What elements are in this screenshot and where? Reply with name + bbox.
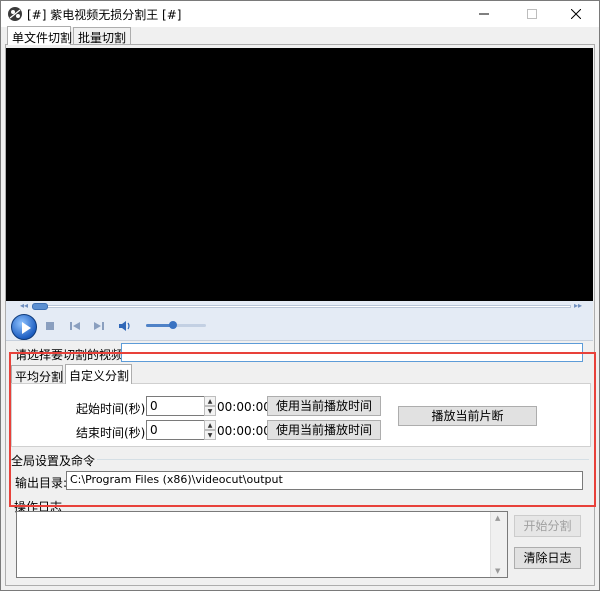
- tab-single-file[interactable]: 单文件切割: [7, 26, 72, 45]
- close-button[interactable]: [553, 1, 599, 27]
- volume-icon[interactable]: [118, 320, 132, 332]
- global-settings-label: 全局设置及命令: [11, 452, 98, 469]
- window-title: [#] 紫电视频无损分割王 [#]: [27, 8, 182, 22]
- app-logo-icon: [8, 7, 22, 21]
- seek-forward-icon[interactable]: ▸▸: [574, 301, 582, 310]
- start-time-display: 00:00:00: [217, 400, 271, 414]
- scroll-up-icon[interactable]: ▲: [495, 514, 500, 522]
- volume-thumb[interactable]: [169, 321, 177, 329]
- spin-up-icon[interactable]: ▲: [204, 396, 216, 406]
- spin-down-icon[interactable]: ▼: [204, 406, 216, 416]
- seek-thumb[interactable]: [32, 303, 48, 310]
- seek-back-icon[interactable]: ◂◂: [20, 301, 28, 310]
- start-split-button[interactable]: 开始分割: [514, 515, 581, 537]
- log-scrollbar[interactable]: ▲ ▼: [490, 512, 507, 577]
- select-video-label: 请选择要切割的视频:: [15, 348, 128, 362]
- log-textarea[interactable]: ▲ ▼: [16, 511, 508, 578]
- app-window: [#] 紫电视频无损分割王 [#] 单文件切割 批量切割 ◂◂ ▸▸ 请选择要切…: [0, 0, 600, 591]
- tab-batch[interactable]: 批量切割: [73, 27, 131, 45]
- output-dir-input[interactable]: C:\Program Files (x86)\videocut\output: [66, 471, 583, 490]
- play-button[interactable]: [11, 314, 37, 340]
- select-video-input[interactable]: [121, 343, 583, 362]
- maximize-button[interactable]: [509, 1, 555, 27]
- video-display[interactable]: [6, 48, 593, 301]
- end-time-label: 结束时间(秒):: [76, 426, 150, 440]
- end-time-display: 00:00:00: [217, 424, 271, 438]
- minimize-button[interactable]: [461, 1, 507, 27]
- close-icon: [571, 9, 581, 19]
- next-icon[interactable]: [92, 320, 106, 332]
- start-time-label: 起始时间(秒):: [76, 402, 150, 416]
- start-time-spinner[interactable]: ▲ ▼: [204, 396, 216, 416]
- play-segment-button[interactable]: 播放当前片断: [398, 406, 537, 426]
- end-time-spinner[interactable]: ▲ ▼: [204, 420, 216, 440]
- stop-icon[interactable]: [43, 320, 57, 332]
- scroll-down-icon[interactable]: ▼: [495, 567, 500, 575]
- spin-down-icon[interactable]: ▼: [204, 430, 216, 440]
- volume-slider[interactable]: [146, 321, 206, 329]
- clear-log-button[interactable]: 清除日志: [514, 547, 581, 569]
- output-dir-label: 输出目录:: [15, 476, 68, 490]
- seek-bar[interactable]: [38, 305, 571, 308]
- tab-average-split[interactable]: 平均分割: [11, 365, 63, 384]
- use-current-time-end-button[interactable]: 使用当前播放时间: [267, 420, 381, 440]
- log-group-divider: [11, 505, 589, 506]
- global-group-divider: [11, 459, 589, 460]
- tab-custom-split[interactable]: 自定义分割: [65, 364, 132, 384]
- custom-split-panel: 起始时间(秒): 0 ▲ ▼ 00:00:00 使用当前播放时间 结束时间(秒)…: [11, 383, 591, 447]
- spin-up-icon[interactable]: ▲: [204, 420, 216, 430]
- previous-icon[interactable]: [68, 320, 82, 332]
- title-bar: [#] 紫电视频无损分割王 [#]: [1, 1, 599, 27]
- use-current-time-start-button[interactable]: 使用当前播放时间: [267, 396, 381, 416]
- minimize-icon: [479, 13, 489, 15]
- player-controls: ◂◂ ▸▸: [6, 301, 593, 341]
- maximize-icon: [527, 9, 537, 19]
- play-icon: [22, 322, 31, 334]
